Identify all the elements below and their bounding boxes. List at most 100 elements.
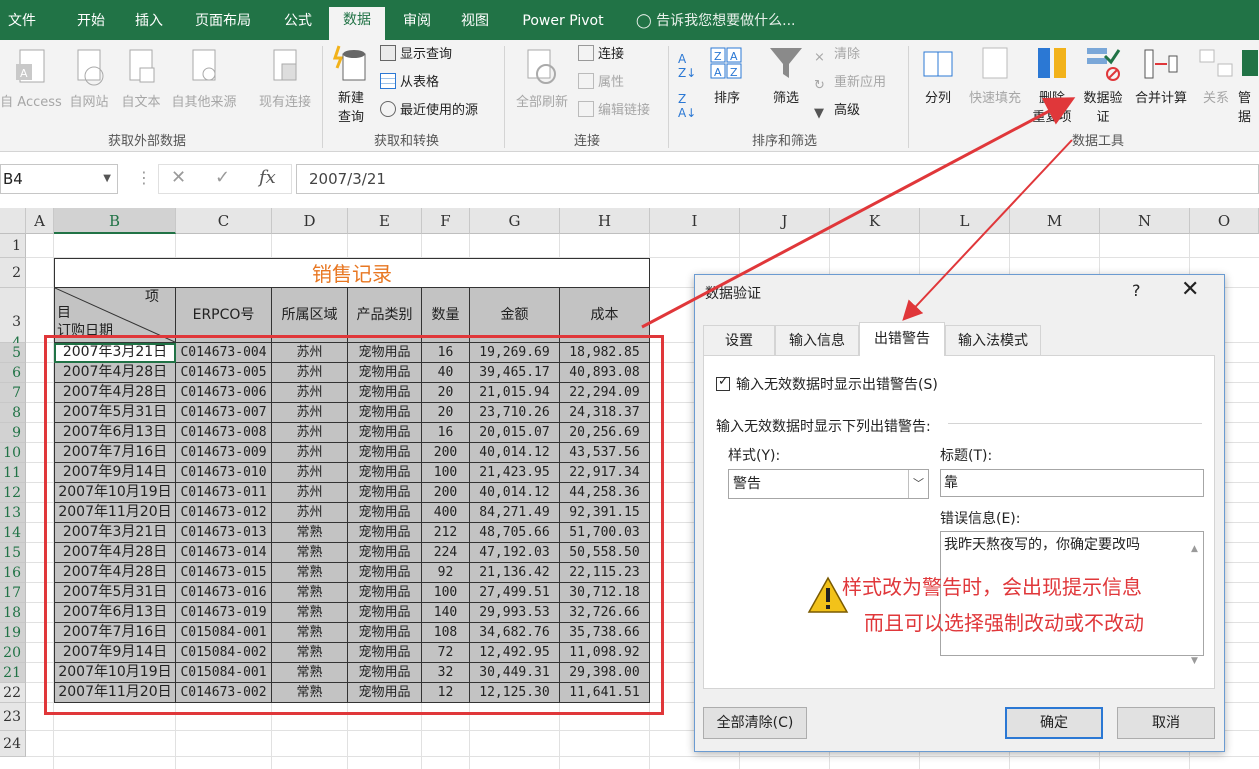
data-validation-button[interactable]: 数据验 证 [1078,44,1128,125]
column-header-c[interactable]: C [176,208,272,234]
clear-all-button[interactable]: 全部清除(C) [703,707,807,739]
row-header-8[interactable]: 8 [0,403,26,423]
row-header-20[interactable]: 20 [0,643,26,663]
row-header-23[interactable]: 23 [0,703,26,731]
tab-review[interactable]: 审阅 [392,8,442,38]
row-header-22[interactable]: 22 [0,683,26,703]
column-header-m[interactable]: M [1010,208,1100,234]
relationships-button[interactable]: 关系 [1196,44,1236,106]
tab-data[interactable]: 数据 [329,7,385,40]
row-header-17[interactable]: 17 [0,583,26,603]
from-table-button[interactable]: 从表格 [380,72,439,94]
column-header-i[interactable]: I [650,208,740,234]
sort-ascending-button[interactable]: A Z↓ [678,52,698,80]
tell-me-box[interactable]: ◯ 告诉我您想要做什么... [636,8,795,34]
ok-button[interactable]: 确定 [1005,707,1103,739]
tab-settings[interactable]: 设置 [703,325,775,355]
row-header-24[interactable]: 24 [0,731,26,757]
row-header-9[interactable]: 9 [0,423,26,443]
remove-duplicates-button[interactable]: 删除 重复项 [1030,44,1074,125]
column-header-j[interactable]: J [740,208,830,234]
connections-button[interactable]: 连接 [578,44,624,66]
column-header-g[interactable]: G [470,208,560,234]
row-header-6[interactable]: 6 [0,363,26,383]
row-header-15[interactable]: 15 [0,543,26,563]
row-header-12[interactable]: 12 [0,483,26,503]
row-header-13[interactable]: 13 [0,503,26,523]
tab-formulas[interactable]: 公式 [272,8,324,38]
row-header-10[interactable]: 10 [0,443,26,463]
row-header-18[interactable]: 18 [0,603,26,623]
from-text-button[interactable]: 自文本 [116,48,166,110]
row-header-19[interactable]: 19 [0,623,26,643]
enter-icon[interactable]: ✓ [215,167,230,188]
column-header-d[interactable]: D [272,208,348,234]
tab-page-layout[interactable]: 页面布局 [184,8,262,38]
tab-input-message[interactable]: 输入信息 [775,325,859,355]
tab-ime-mode[interactable]: 输入法模式 [945,325,1041,355]
row-header-16[interactable]: 16 [0,563,26,583]
tab-insert[interactable]: 插入 [124,8,174,38]
column-header-n[interactable]: N [1100,208,1190,234]
highlight-box [44,335,664,715]
properties-button[interactable]: 属性 [578,72,624,94]
title-input[interactable]: 靠 [940,469,1204,497]
column-header-k[interactable]: K [830,208,920,234]
column-header-b[interactable]: B [54,208,176,234]
show-error-alert-checkbox[interactable]: 输入无效数据时显示出错警告(S) [716,374,938,394]
formula-input[interactable]: 2007/3/21 [296,164,1259,194]
advanced-filter-button[interactable]: ▼ 高级 [814,100,860,122]
chevron-down-icon[interactable]: ﹀ [908,470,928,498]
recent-sources-button[interactable]: 最近使用的源 [380,100,478,122]
refresh-all-button[interactable]: 全部刷新 [510,48,574,110]
new-query-button[interactable]: 新建 查询 [328,44,374,125]
existing-connections-button[interactable]: 现有连接 [252,48,318,110]
row-header-2[interactable]: 2 [0,258,26,288]
column-header-h[interactable]: H [560,208,650,234]
tab-error-alert[interactable]: 出错警告 [859,322,945,356]
edit-links-button[interactable]: 编辑链接 [578,100,650,122]
column-header-e[interactable]: E [348,208,422,234]
style-select[interactable]: 警告 ﹀ [728,469,929,499]
from-access-button[interactable]: A 自 Access [0,48,62,110]
row-header-21[interactable]: 21 [0,663,26,683]
cancel-icon[interactable]: ✕ [171,167,186,188]
column-header-a[interactable]: A [26,208,54,234]
reapply-button[interactable]: ↻ 重新应用 [814,72,886,94]
row-header-5[interactable]: 5 [0,343,26,363]
sort-descending-button[interactable]: Z A↓ [678,92,698,120]
sort-button[interactable]: ZAAZ 排序 [706,44,748,106]
row-header-11[interactable]: 11 [0,463,26,483]
column-header-o[interactable]: O [1190,208,1259,234]
column-header-l[interactable]: L [920,208,1010,234]
scrollbar[interactable]: ▲ ▼ [1186,532,1203,666]
sheet-title[interactable]: 销售记录 [54,258,650,288]
text-to-columns-icon [923,51,953,77]
row-header-1[interactable]: 1 [0,234,26,258]
tab-file[interactable]: 文件 [0,8,44,38]
text-to-columns-button[interactable]: 分列 [916,44,960,106]
tab-power-pivot[interactable]: Power Pivot [512,8,614,38]
show-queries-button[interactable]: 显示查询 [380,44,452,66]
close-icon[interactable]: ✕ [1181,277,1199,302]
header-diag-top: 项 [145,289,159,305]
chevron-down-icon[interactable]: ▼ [103,165,111,193]
tab-home[interactable]: 开始 [66,8,116,38]
flash-fill-button[interactable]: 快速填充 [962,44,1028,106]
cancel-button[interactable]: 取消 [1117,707,1215,739]
filter-button[interactable]: 筛选 [764,44,808,106]
row-header-14[interactable]: 14 [0,523,26,543]
manage-data-model-button[interactable]: 管 据 [1238,44,1259,125]
tab-view[interactable]: 视图 [450,8,500,38]
from-web-button[interactable]: 自网站 [64,48,114,110]
select-all-corner[interactable] [0,208,26,234]
consolidate-button[interactable]: 合并计算 [1130,44,1192,106]
from-other-sources-button[interactable]: 自其他来源 [166,48,242,110]
link-icon [578,45,594,61]
column-header-f[interactable]: F [422,208,470,234]
name-box[interactable]: B4 ▼ [0,164,118,194]
help-icon[interactable]: ? [1132,281,1141,300]
insert-function-icon[interactable]: fx [259,167,276,188]
clear-filter-button[interactable]: ⨯ 清除 [814,44,860,66]
row-header-7[interactable]: 7 [0,383,26,403]
